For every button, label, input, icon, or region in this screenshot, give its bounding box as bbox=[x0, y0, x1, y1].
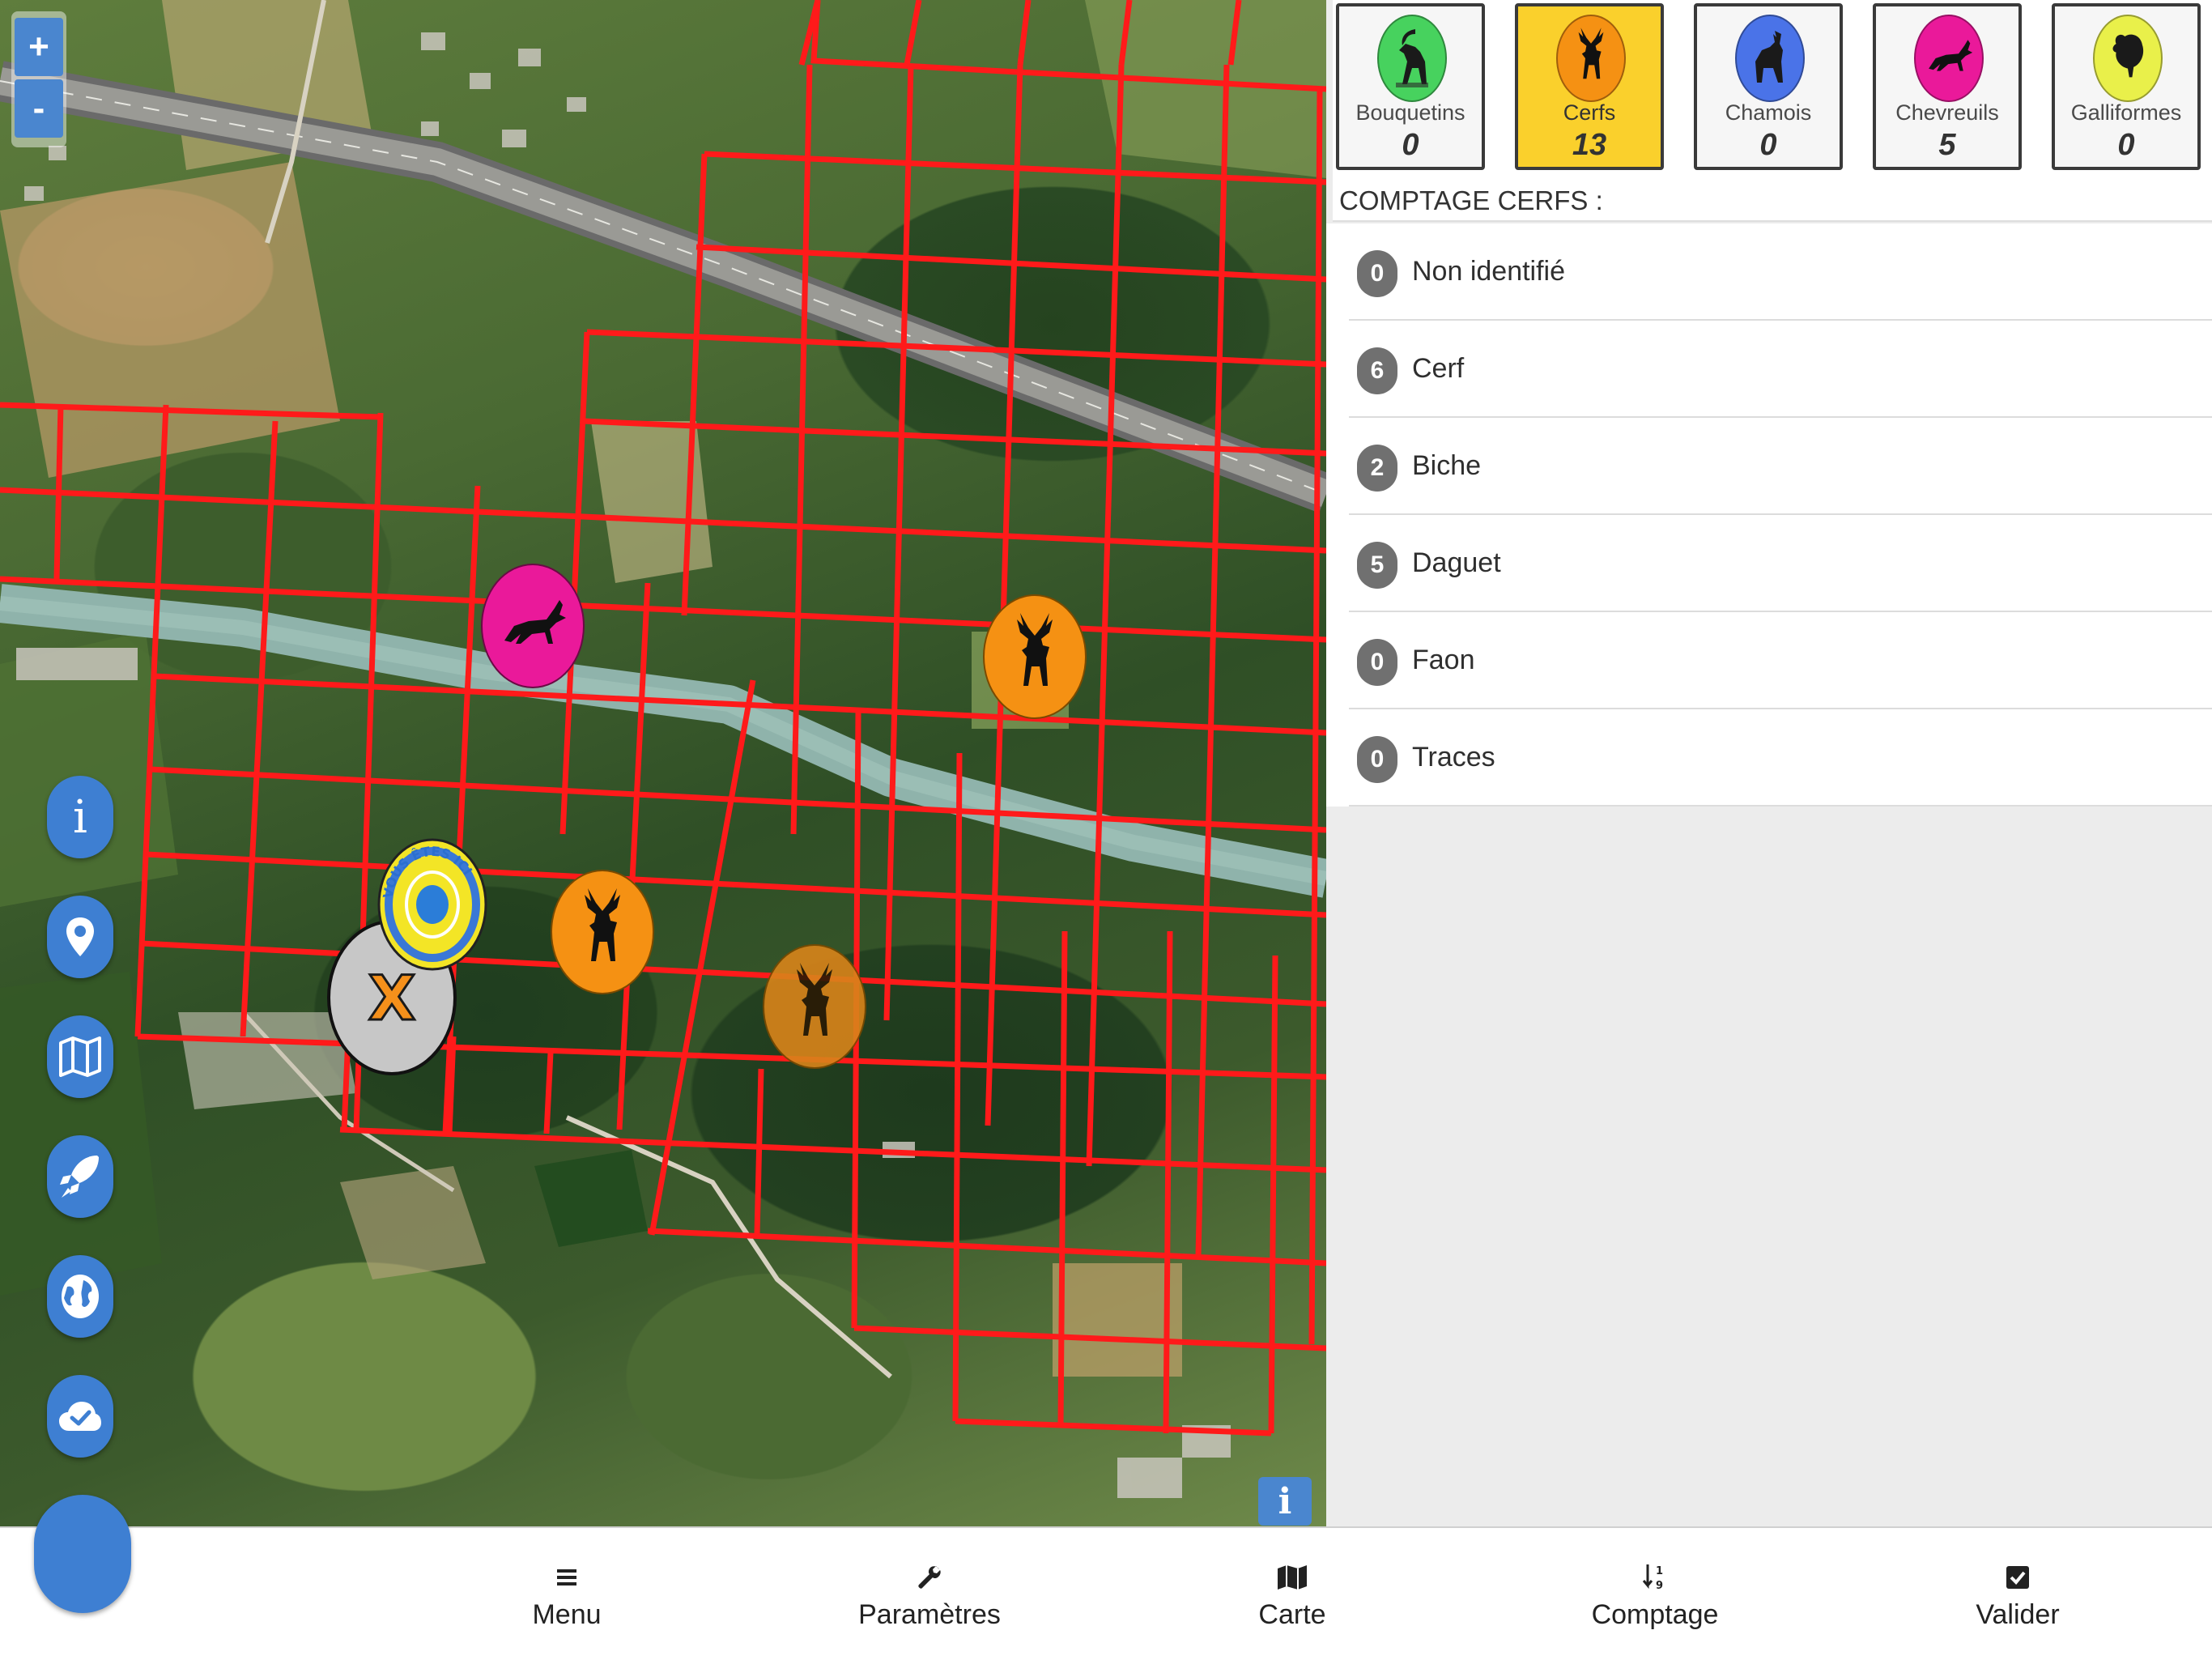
species-name: Bouquetins bbox=[1355, 100, 1465, 125]
sort-numeric-icon: 1 9 bbox=[1550, 1560, 1760, 1594]
svg-text:1: 1 bbox=[1656, 1565, 1663, 1577]
roe-deer-icon bbox=[1914, 15, 1984, 102]
bottom-navigation: Menu Paramètres Carte 1 9 Comptage Valid… bbox=[0, 1526, 2212, 1660]
species-card-chevreuils[interactable]: Chevreuils 5 bbox=[1873, 3, 2022, 170]
nav-label: Menu bbox=[532, 1599, 602, 1630]
nav-carte[interactable]: Carte bbox=[1187, 1560, 1397, 1631]
count-label: Daguet bbox=[1412, 547, 1501, 578]
count-badge: 0 bbox=[1357, 736, 1397, 783]
deer-icon bbox=[1017, 613, 1053, 686]
satellite-imagery bbox=[0, 0, 1326, 1498]
count-label: Traces bbox=[1412, 742, 1495, 773]
launch-button[interactable] bbox=[47, 1135, 113, 1218]
species-name: Chamois bbox=[1725, 100, 1812, 125]
nav-label: Comptage bbox=[1591, 1599, 1719, 1630]
chamois-icon bbox=[1735, 15, 1805, 102]
cerf-marker[interactable] bbox=[763, 944, 866, 1069]
map-layers-button[interactable] bbox=[47, 1015, 113, 1098]
map-view[interactable]: + - X VOUS ÊTES ICI i i bbox=[0, 0, 1326, 1526]
zoom-in-button[interactable]: + bbox=[15, 18, 63, 76]
species-count: 13 bbox=[1572, 128, 1607, 162]
info-button[interactable]: i bbox=[47, 776, 113, 858]
count-badge: 5 bbox=[1357, 542, 1397, 589]
globe-button[interactable] bbox=[47, 1255, 113, 1338]
cerf-marker[interactable] bbox=[983, 594, 1087, 719]
checkbox-icon bbox=[1912, 1560, 2123, 1594]
hamburger-icon bbox=[462, 1560, 672, 1594]
nav-parametres[interactable]: Paramètres bbox=[824, 1560, 1035, 1631]
zoom-out-button[interactable]: - bbox=[15, 79, 63, 138]
species-count: 0 bbox=[2117, 128, 2135, 162]
species-count: 0 bbox=[1759, 128, 1777, 162]
cerf-marker[interactable] bbox=[551, 870, 654, 994]
species-count: 5 bbox=[1938, 128, 1956, 162]
species-name: Chevreuils bbox=[1895, 100, 1999, 125]
grouse-icon bbox=[2093, 15, 2163, 102]
location-button[interactable] bbox=[47, 896, 113, 978]
deer-icon bbox=[1556, 15, 1626, 102]
species-count: 0 bbox=[1402, 128, 1419, 162]
globe-icon bbox=[62, 1275, 99, 1318]
location-target-icon: VOUS ÊTES ICI bbox=[377, 838, 487, 971]
nav-label: Paramètres bbox=[858, 1599, 1001, 1630]
species-card-galliformes[interactable]: Galliformes 0 bbox=[2052, 3, 2201, 170]
count-label: Cerf bbox=[1412, 353, 1465, 384]
deer-icon bbox=[797, 963, 832, 1036]
cloud-sync-button[interactable] bbox=[47, 1375, 113, 1458]
nav-menu[interactable]: Menu bbox=[462, 1560, 672, 1631]
map-icon bbox=[1187, 1560, 1397, 1594]
species-card-bouquetins[interactable]: Bouquetins 0 bbox=[1336, 3, 1485, 170]
count-list: 0 Non identifié 6 Cerf 2 Biche 5 Daguet … bbox=[1326, 223, 2212, 807]
you-are-here-marker: VOUS ÊTES ICI bbox=[374, 836, 491, 973]
rocket-icon bbox=[60, 1156, 99, 1198]
list-item[interactable]: 6 Cerf bbox=[1349, 321, 2212, 418]
species-name: Cerfs bbox=[1563, 100, 1616, 125]
ibex-icon bbox=[1377, 15, 1447, 102]
deer-icon bbox=[585, 888, 620, 961]
species-name: Galliformes bbox=[2070, 100, 2182, 125]
nav-label: Carte bbox=[1258, 1599, 1326, 1630]
main-action-button[interactable] bbox=[34, 1495, 131, 1613]
nav-valider[interactable]: Valider bbox=[1912, 1560, 2123, 1631]
count-badge: 2 bbox=[1357, 445, 1397, 492]
list-item[interactable]: 5 Daguet bbox=[1349, 515, 2212, 612]
attribution-info-button[interactable]: i bbox=[1258, 1477, 1312, 1526]
info-icon: i bbox=[73, 790, 87, 844]
svg-text:9: 9 bbox=[1656, 1580, 1663, 1592]
species-card-cerfs[interactable]: Cerfs 13 bbox=[1515, 3, 1664, 170]
counting-panel: Bouquetins 0 Cerfs 13 Chamois 0 Chevreui… bbox=[1326, 0, 2212, 1526]
count-badge: 6 bbox=[1357, 347, 1397, 394]
nav-comptage[interactable]: 1 9 Comptage bbox=[1550, 1560, 1760, 1631]
species-card-chamois[interactable]: Chamois 0 bbox=[1694, 3, 1843, 170]
map-pin-icon bbox=[66, 917, 94, 956]
species-selector: Bouquetins 0 Cerfs 13 Chamois 0 Chevreui… bbox=[1333, 0, 2212, 180]
count-label: Biche bbox=[1412, 450, 1482, 481]
roe-deer-icon bbox=[504, 600, 566, 644]
list-item[interactable]: 2 Biche bbox=[1349, 418, 2212, 515]
count-label: Faon bbox=[1412, 645, 1475, 675]
count-badge: 0 bbox=[1357, 250, 1397, 297]
list-item[interactable]: 0 Non identifié bbox=[1349, 223, 2212, 321]
chevreuil-marker[interactable] bbox=[481, 564, 585, 688]
list-item[interactable]: 0 Faon bbox=[1349, 612, 2212, 709]
wrench-icon bbox=[824, 1560, 1035, 1594]
counting-title: COMPTAGE CERFS : bbox=[1333, 180, 2212, 222]
nav-label: Valider bbox=[1976, 1599, 2060, 1630]
list-item[interactable]: 0 Traces bbox=[1349, 709, 2212, 807]
count-label: Non identifié bbox=[1412, 256, 1566, 287]
count-badge: 0 bbox=[1357, 639, 1397, 686]
cloud-check-icon bbox=[59, 1402, 101, 1431]
folded-map-icon bbox=[59, 1036, 101, 1077]
